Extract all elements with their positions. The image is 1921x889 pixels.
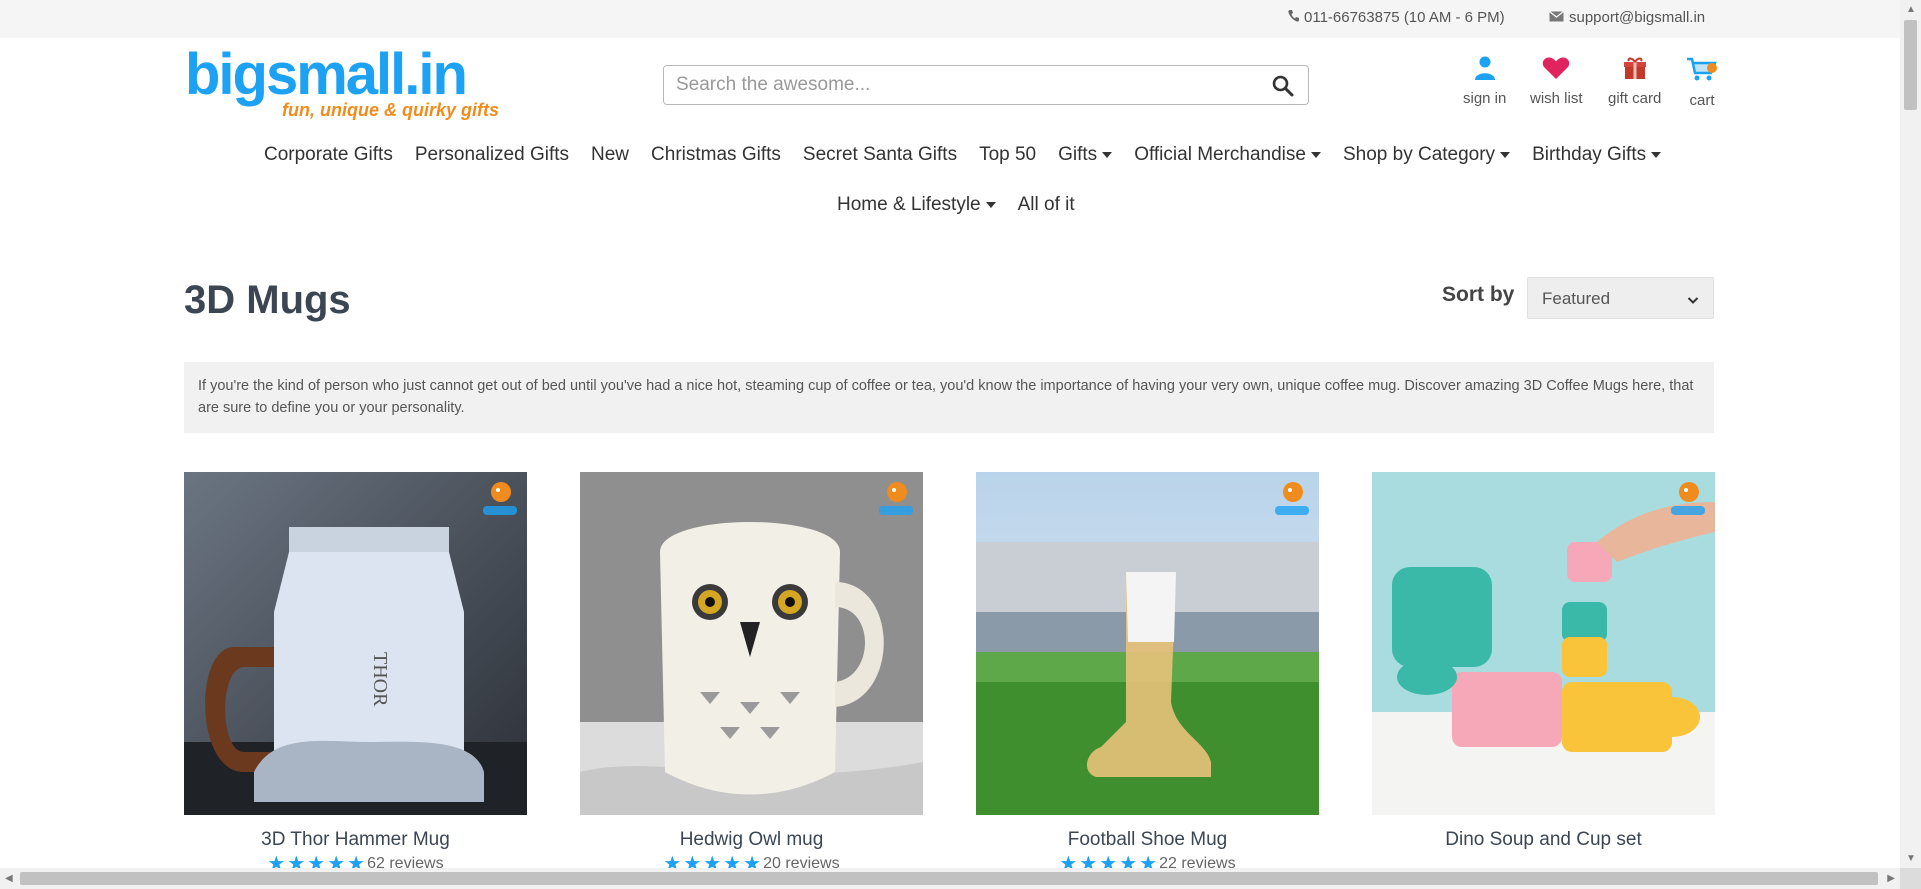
chevron-down-icon bbox=[1687, 291, 1699, 311]
scroll-right-icon[interactable]: ▶ bbox=[1887, 873, 1895, 884]
top-contact-bar: 011-66763875 (10 AM - 6 PM) support@bigs… bbox=[0, 0, 1900, 38]
sort-select[interactable]: Featured bbox=[1527, 277, 1714, 319]
nav-corporate-gifts[interactable]: Corporate Gifts bbox=[264, 144, 393, 166]
nav-top-50[interactable]: Top 50 bbox=[979, 144, 1036, 166]
search-icon[interactable] bbox=[1272, 75, 1294, 102]
product-card[interactable]: Hedwig Owl mug ★ ★ ★ ★ ★ 20 reviews bbox=[580, 472, 923, 874]
nav-secret-santa-gifts[interactable]: Secret Santa Gifts bbox=[803, 144, 957, 166]
caret-down-icon bbox=[1651, 152, 1662, 158]
wish-list-label: wish list bbox=[1530, 90, 1583, 107]
email-address: support@bigsmall.in bbox=[1569, 9, 1706, 26]
brand-tagline: fun, unique & quirky gifts bbox=[282, 100, 499, 120]
scrollbar-corner bbox=[1900, 868, 1921, 889]
product-image-dino-soup-cup-set[interactable] bbox=[1372, 472, 1715, 815]
svg-text:THOR: THOR bbox=[369, 652, 391, 707]
product-image-thor-mug[interactable]: THOR bbox=[184, 472, 527, 815]
sort-by-label: Sort by bbox=[1442, 283, 1515, 306]
bigsmall-badge-icon bbox=[481, 478, 519, 520]
product-image-hedwig-owl-mug[interactable] bbox=[580, 472, 923, 815]
vertical-scrollbar[interactable]: ▲ ▼ bbox=[1900, 0, 1921, 868]
nav-all-of-it[interactable]: All of it bbox=[1018, 194, 1075, 216]
brand-wordmark: bigsmall.in bbox=[185, 42, 468, 107]
scroll-up-icon[interactable]: ▲ bbox=[1906, 4, 1916, 15]
product-name[interactable]: Football Shoe Mug bbox=[976, 829, 1319, 851]
search-input[interactable] bbox=[676, 74, 1236, 96]
bigsmall-badge-icon bbox=[1669, 478, 1707, 520]
phone-contact[interactable]: 011-66763875 (10 AM - 6 PM) bbox=[1288, 9, 1505, 26]
phone-number: 011-66763875 (10 AM - 6 PM) bbox=[1304, 9, 1505, 26]
nav-birthday-gifts[interactable]: Birthday Gifts bbox=[1532, 144, 1662, 166]
product-card[interactable]: Dino Soup and Cup set bbox=[1372, 472, 1715, 850]
gift-icon bbox=[1623, 56, 1647, 84]
main-nav-row-1: Corporate Gifts Personalized Gifts New C… bbox=[264, 144, 1662, 166]
cart-icon bbox=[1686, 56, 1718, 86]
envelope-icon bbox=[1549, 9, 1564, 26]
nav-shop-by-category[interactable]: Shop by Category bbox=[1343, 144, 1511, 166]
vertical-scroll-thumb[interactable] bbox=[1904, 20, 1917, 110]
heart-icon bbox=[1542, 56, 1570, 84]
sign-in-label: sign in bbox=[1463, 90, 1507, 107]
horizontal-scroll-thumb[interactable] bbox=[20, 872, 1878, 885]
sort-selected-value: Featured bbox=[1542, 289, 1611, 308]
nav-official-merchandise[interactable]: Official Merchandise bbox=[1134, 144, 1321, 166]
sign-in-link[interactable]: sign in bbox=[1463, 56, 1506, 107]
cart-label: cart bbox=[1689, 92, 1715, 109]
nav-new[interactable]: New bbox=[591, 144, 629, 166]
gift-card-label: gift card bbox=[1608, 90, 1662, 107]
nav-personalized-gifts[interactable]: Personalized Gifts bbox=[415, 144, 569, 166]
wish-list-link[interactable]: wish list bbox=[1530, 56, 1583, 107]
cart-link[interactable]: cart bbox=[1686, 56, 1718, 109]
product-name[interactable]: Dino Soup and Cup set bbox=[1372, 829, 1715, 851]
nav-christmas-gifts[interactable]: Christmas Gifts bbox=[651, 144, 781, 166]
nav-gifts[interactable]: Gifts bbox=[1058, 144, 1113, 166]
caret-down-icon bbox=[1500, 152, 1511, 158]
product-card[interactable]: THOR 3D Thor Hammer Mug ★ ★ ★ ★ ★ 62 rev… bbox=[184, 472, 527, 874]
bigsmall-badge-icon bbox=[877, 478, 915, 520]
collection-description: If you're the kind of person who just ca… bbox=[184, 362, 1714, 433]
caret-down-icon bbox=[1310, 152, 1321, 158]
product-card[interactable]: Football Shoe Mug ★ ★ ★ ★ ★ 22 reviews bbox=[976, 472, 1319, 874]
phone-icon bbox=[1288, 9, 1299, 26]
product-image-football-shoe-mug[interactable] bbox=[976, 472, 1319, 815]
gift-card-link[interactable]: gift card bbox=[1608, 56, 1661, 107]
brand-logo[interactable]: bigsmall.in fun, unique & quirky gifts bbox=[185, 44, 500, 126]
scroll-down-icon[interactable]: ▼ bbox=[1906, 853, 1916, 864]
email-contact[interactable]: support@bigsmall.in bbox=[1549, 9, 1705, 26]
product-name[interactable]: Hedwig Owl mug bbox=[580, 829, 923, 851]
scroll-left-icon[interactable]: ◀ bbox=[5, 873, 13, 884]
search-bar bbox=[663, 65, 1309, 105]
horizontal-scrollbar[interactable]: ◀ ▶ bbox=[0, 868, 1900, 889]
nav-home-lifestyle[interactable]: Home & Lifestyle bbox=[837, 194, 996, 216]
caret-down-icon bbox=[985, 202, 996, 208]
bigsmall-badge-icon bbox=[1273, 478, 1311, 520]
main-nav-row-2: Home & Lifestyle All of it bbox=[837, 194, 1075, 216]
page-title: 3D Mugs bbox=[184, 278, 351, 322]
product-name[interactable]: 3D Thor Hammer Mug bbox=[184, 829, 527, 851]
user-icon bbox=[1474, 56, 1496, 84]
caret-down-icon bbox=[1102, 152, 1113, 158]
